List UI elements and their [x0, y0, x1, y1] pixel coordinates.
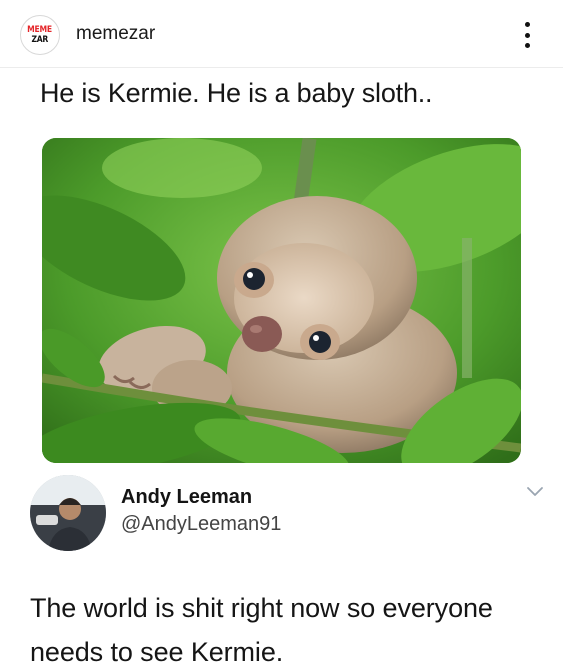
more-dot: [524, 43, 530, 48]
tweet-text: The world is shit right now so everyone …: [30, 593, 493, 666]
more-dot: [524, 22, 530, 27]
tweet-author-name[interactable]: Andy Leeman: [121, 486, 252, 509]
baby-sloth-photo: [42, 138, 521, 463]
more-options-icon[interactable]: [515, 18, 539, 52]
tweet-author-avatar[interactable]: [30, 475, 106, 551]
avatar-logo-text-top: MEME: [27, 24, 53, 35]
meme-caption: He is Kermie. He is a baby sloth..: [40, 78, 433, 108]
avatar-logo-text-bottom: ZAR: [31, 34, 49, 45]
more-dot: [524, 32, 530, 38]
account-username[interactable]: memezar: [76, 23, 155, 45]
chevron-down-icon[interactable]: [526, 485, 544, 499]
tweet-author-handle[interactable]: @AndyLeeman91: [121, 513, 281, 536]
sloth-illustration: [42, 138, 521, 463]
post-header: MEME ZAR memezar: [0, 0, 563, 68]
account-avatar[interactable]: MEME ZAR: [20, 15, 60, 55]
avatar-photo: [30, 475, 106, 551]
